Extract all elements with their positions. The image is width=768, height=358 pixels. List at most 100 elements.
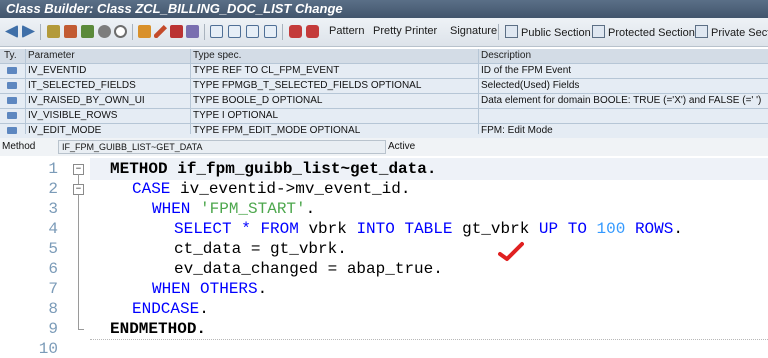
table-row[interactable]: IV_EDIT_MODE TYPE FPM_EDIT_MODE OPTIONAL… bbox=[0, 124, 768, 139]
code-token: if_fpm_guibb_list~get_data. bbox=[167, 160, 437, 178]
line-number: 10 bbox=[38, 340, 58, 358]
typespec-cell[interactable]: TYPE REF TO CL_FPM_EVENT bbox=[193, 65, 476, 76]
code-line[interactable]: SELECT * FROM vbrk INTO TABLE gt_vbrk UP… bbox=[174, 220, 683, 238]
table-row[interactable]: IV_EVENTID TYPE REF TO CL_FPM_EVENT ID o… bbox=[0, 64, 768, 79]
method-label: Method bbox=[2, 141, 36, 152]
code-token: ct_data = gt_vbrk. bbox=[174, 240, 347, 258]
description-cell[interactable]: FPM: Edit Mode bbox=[481, 125, 768, 136]
info-icon[interactable] bbox=[264, 25, 277, 38]
title-bar: Class Builder: Class ZCL_BILLING_DOC_LIS… bbox=[0, 0, 768, 18]
session-icon[interactable] bbox=[306, 25, 319, 38]
column-header-description: Description bbox=[481, 50, 532, 61]
code-line[interactable]: WHEN 'FPM_START'. bbox=[152, 200, 315, 218]
typespec-cell[interactable]: TYPE BOOLE_D OPTIONAL bbox=[193, 95, 476, 106]
parameter-type-cell bbox=[0, 125, 24, 137]
parameter-cell[interactable]: IT_SELECTED_FIELDS bbox=[28, 80, 188, 91]
protected-section-button[interactable]: Protected Section bbox=[592, 25, 695, 39]
description-cell[interactable]: ID of the FPM Event bbox=[481, 65, 768, 76]
code-token: UP bbox=[538, 220, 559, 238]
public-section-icon bbox=[505, 25, 518, 38]
code-line[interactable]: ENDMETHOD. bbox=[110, 320, 206, 338]
code-token: CASE bbox=[132, 180, 171, 198]
table-row[interactable]: IV_RAISED_BY_OWN_UI TYPE BOOLE_D OPTIONA… bbox=[0, 94, 768, 109]
code-token: SELECT bbox=[174, 220, 232, 238]
parameter-type-cell bbox=[0, 110, 24, 122]
code-token: . bbox=[257, 280, 268, 298]
table-divider bbox=[25, 49, 26, 134]
private-section-icon bbox=[695, 25, 708, 38]
pattern-button[interactable]: Pattern bbox=[329, 25, 364, 37]
table-divider bbox=[190, 49, 191, 134]
public-section-button[interactable]: Public Section bbox=[505, 25, 591, 39]
insert-row-icon[interactable] bbox=[210, 25, 223, 38]
code-editor[interactable]: 1 2 3 4 5 6 7 8 9 10 − − METHOD if_fpm_g… bbox=[0, 158, 768, 358]
line-number: 8 bbox=[48, 300, 58, 318]
parameter-cell[interactable]: IV_RAISED_BY_OWN_UI bbox=[28, 95, 188, 106]
description-cell[interactable]: Selected(Used) Fields bbox=[481, 80, 768, 91]
copy-icon[interactable] bbox=[246, 25, 259, 38]
code-line[interactable]: ENDCASE. bbox=[132, 300, 209, 318]
parameter-cell[interactable]: IV_VISIBLE_ROWS bbox=[28, 110, 188, 121]
fold-collapse-icon[interactable]: − bbox=[73, 184, 84, 195]
code-line[interactable]: ct_data = gt_vbrk. bbox=[174, 240, 347, 258]
breakpoint-icon[interactable] bbox=[289, 25, 302, 38]
checkmark-icon bbox=[498, 242, 524, 261]
private-section-button[interactable]: Private Sectio bbox=[695, 25, 768, 39]
method-status: Active bbox=[388, 141, 416, 152]
parameter-cell[interactable]: IV_EDIT_MODE bbox=[28, 125, 188, 136]
application-toolbar: Pattern Pretty Printer Signature Public … bbox=[0, 18, 768, 47]
code-token: OTHERS bbox=[200, 280, 258, 298]
fold-guide bbox=[78, 195, 79, 329]
line-number: 1 bbox=[48, 160, 58, 178]
check-syntax-icon[interactable] bbox=[81, 25, 94, 38]
back-icon[interactable] bbox=[5, 25, 18, 38]
table-row[interactable]: IT_SELECTED_FIELDS TYPE FPMGB_T_SELECTED… bbox=[0, 79, 768, 94]
parameter-type-cell bbox=[0, 95, 24, 107]
code-line[interactable]: ev_data_changed = abap_true. bbox=[174, 260, 443, 278]
test-icon[interactable] bbox=[98, 25, 111, 38]
navigation-icon[interactable] bbox=[170, 25, 183, 38]
typespec-cell[interactable]: TYPE I OPTIONAL bbox=[193, 110, 476, 121]
line-number: 9 bbox=[48, 320, 58, 338]
object-list-icon[interactable] bbox=[138, 25, 151, 38]
code-token: TABLE bbox=[404, 220, 453, 238]
protected-section-label: Protected Section bbox=[608, 27, 695, 39]
display-change-icon[interactable] bbox=[47, 25, 60, 38]
code-token: vbrk bbox=[298, 220, 357, 238]
edit-pencil-icon[interactable] bbox=[154, 25, 167, 38]
stack-icon[interactable] bbox=[186, 25, 199, 38]
code-token: gt_vbrk bbox=[452, 220, 539, 238]
code-line[interactable]: WHEN OTHERS. bbox=[152, 280, 267, 298]
parameter-type-cell bbox=[0, 80, 24, 92]
line-number: 2 bbox=[48, 180, 58, 198]
where-used-icon[interactable] bbox=[114, 25, 127, 38]
table-row[interactable]: IV_VISIBLE_ROWS TYPE I OPTIONAL bbox=[0, 109, 768, 124]
code-line[interactable]: METHOD if_fpm_guibb_list~get_data. bbox=[110, 160, 436, 178]
toolbar-separator bbox=[40, 24, 41, 40]
method-name-field[interactable]: IF_FPM_GUIBB_LIST~GET_DATA bbox=[58, 140, 386, 154]
code-token: . bbox=[199, 300, 209, 318]
activate-icon[interactable] bbox=[64, 25, 77, 38]
forward-icon[interactable] bbox=[22, 25, 35, 38]
typespec-cell[interactable]: TYPE FPMGB_T_SELECTED_FIELDS OPTIONAL bbox=[193, 80, 476, 91]
line-number: 4 bbox=[48, 220, 58, 238]
importing-parameter-icon bbox=[7, 127, 17, 134]
code-token: . bbox=[673, 220, 683, 238]
parameter-cell[interactable]: IV_EVENTID bbox=[28, 65, 188, 76]
code-token: WHEN bbox=[152, 200, 191, 218]
description-cell[interactable]: Data element for domain BOOLE: TRUE (='X… bbox=[481, 95, 768, 106]
importing-parameter-icon bbox=[7, 67, 17, 74]
signature-button[interactable]: Signature bbox=[450, 25, 497, 37]
pretty-printer-button[interactable]: Pretty Printer bbox=[373, 25, 437, 37]
line-number: 3 bbox=[48, 200, 58, 218]
end-of-method-divider bbox=[90, 339, 768, 340]
typespec-cell[interactable]: TYPE FPM_EDIT_MODE OPTIONAL bbox=[193, 125, 476, 136]
code-line[interactable]: CASE iv_eventid->mv_event_id. bbox=[132, 180, 410, 198]
delete-row-icon[interactable] bbox=[228, 25, 241, 38]
fold-guide bbox=[78, 174, 79, 184]
